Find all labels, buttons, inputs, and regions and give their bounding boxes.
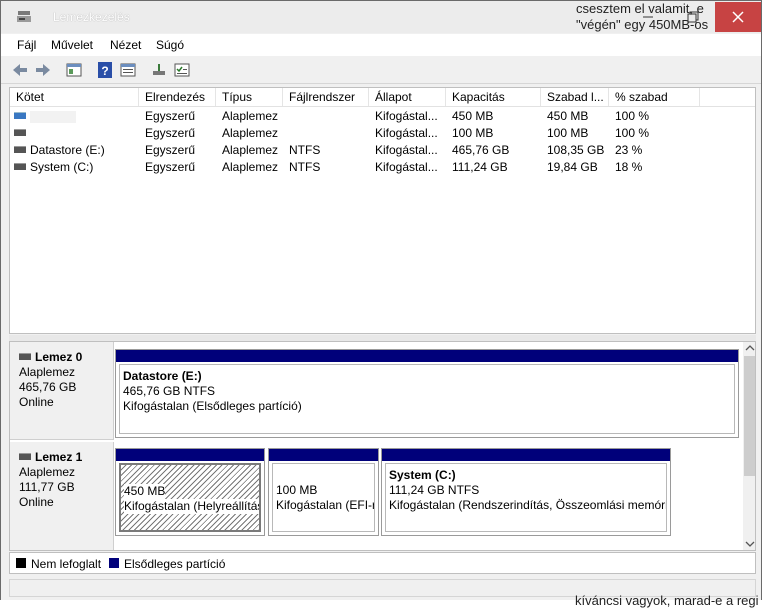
disk-1-size: 111,77 GB [19,480,75,494]
menu-view[interactable]: Nézet [110,38,141,52]
disk-0-name: Lemez 0 [35,350,83,364]
menu-file[interactable]: Fájl [17,38,36,52]
window-title: Lemezkezelés [53,10,130,24]
legend-swatch-unallocated [16,558,26,568]
partition-datastore-e[interactable]: Datastore (E:) 465,76 GB NTFS Kifogástal… [115,349,739,438]
legend-swatch-primary [109,558,119,568]
legend-bar: Nem lefoglalt Elsődleges partíció [9,552,756,574]
partition-size: 465,76 GB NTFS [123,384,216,398]
column-header-layout[interactable]: Elrendezés [139,88,216,106]
partition-status: Kifogástalan (Helyreállítás [124,499,259,514]
maximize-button[interactable] [670,2,716,32]
table-row[interactable]: Datastore (E:) Egyszerű Alaplemez NTFS K… [10,142,755,159]
disk-0-size: 465,76 GB [19,380,77,394]
partition-status: Kifogástalan (Elsődleges partíció) [123,399,302,413]
close-button[interactable] [715,2,761,32]
column-header-type[interactable]: Típus [216,88,283,106]
show-hide-console-icon[interactable] [65,61,83,79]
checklist-icon[interactable] [173,61,191,79]
partition-recovery[interactable]: 450 MB Kifogástalan (Helyreállítás [115,448,265,536]
disk-icon [19,353,31,361]
menu-action[interactable]: Művelet [51,38,93,52]
menu-bar: Fájl Művelet Nézet Súgó [1,34,761,56]
column-header-free[interactable]: Szabad l... [541,88,609,106]
minimize-button[interactable] [625,2,671,32]
partition-efi[interactable]: 100 MB Kifogástalan (EFI-re [268,448,379,536]
primary-partition-band [269,449,378,461]
minimize-icon [643,16,653,18]
partition-size: 111,24 GB NTFS [389,483,480,497]
volume-icon [14,112,26,120]
title-bar[interactable]: Lemezkezelés csesztem el valamit, e "vég… [1,1,761,33]
volume-list-header: Kötet Elrendezés Típus Fájlrendszer Álla… [10,88,755,107]
legend-primary: Elsődleges partíció [124,557,226,571]
volume-icon [14,129,26,137]
disk-graphical-view: Lemez 0 Alaplemez 465,76 GB Online Datas… [9,341,756,551]
partition-size: 450 MB [124,484,166,499]
help-icon[interactable]: ? [96,61,114,79]
volume-list: Kötet Elrendezés Típus Fájlrendszer Álla… [9,87,756,334]
svg-text:?: ? [101,64,108,78]
partition-status: Kifogástalan (EFI-re [276,498,375,512]
scroll-up-icon[interactable] [743,342,756,354]
partition-title: Datastore (E:) [123,369,202,383]
table-row[interactable]: Egyszerű Alaplemez Kifogástal... 100 MB … [10,125,755,142]
table-row[interactable]: System (C:) Egyszerű Alaplemez NTFS Kifo… [10,159,755,176]
vertical-scrollbar[interactable] [743,342,756,550]
disk-1-label[interactable]: Lemez 1 Alaplemez 111,77 GB Online [10,442,114,550]
column-header-status[interactable]: Állapot [369,88,446,106]
volume-icon [14,163,26,171]
disk-0-state: Online [19,395,54,409]
forward-arrow-icon[interactable] [34,61,52,79]
restore-icon [687,11,699,23]
volume-icon [14,146,26,154]
primary-partition-band [382,449,670,461]
partition-system-c[interactable]: System (C:) 111,24 GB NTFS Kifogástalan … [381,448,671,536]
disk-0-label[interactable]: Lemez 0 Alaplemez 465,76 GB Online [10,342,114,440]
disk-1-type: Alaplemez [19,465,76,479]
disk-icon [19,453,31,461]
column-header-volume[interactable]: Kötet [10,88,139,106]
column-header-filesystem[interactable]: Fájlrendszer [283,88,369,106]
close-icon [732,11,744,23]
legend-unallocated: Nem lefoglalt [31,557,102,571]
scroll-down-icon[interactable] [743,538,756,550]
scrollbar-thumb[interactable] [744,356,755,476]
toolbar: ? [1,57,761,84]
partition-status: Kifogástalan (Rendszerindítás, Összeomlá… [389,498,667,512]
column-header-percent-free[interactable]: % szabad [609,88,700,106]
menu-help[interactable]: Súgó [156,38,184,52]
column-header-capacity[interactable]: Kapacitás [446,88,541,106]
properties-icon[interactable] [119,61,137,79]
disk-1-state: Online [19,495,54,509]
disk-1-name: Lemez 1 [35,450,83,464]
disk-0-type: Alaplemez [19,365,76,379]
disk-management-window: Lemezkezelés csesztem el valamit, e "vég… [0,0,762,600]
volume-name: Datastore (E:) [30,143,105,157]
disk-management-app-icon [17,11,31,22]
partition-title: System (C:) [389,468,456,482]
table-row[interactable]: Egyszerű Alaplemez Kifogástal... 450 MB … [10,108,755,125]
primary-partition-band [116,350,738,362]
partition-size: 100 MB [276,483,318,497]
primary-partition-band [116,449,264,461]
back-arrow-icon[interactable] [11,61,29,79]
connect-icon[interactable] [150,61,168,79]
volume-name: System (C:) [30,160,94,174]
